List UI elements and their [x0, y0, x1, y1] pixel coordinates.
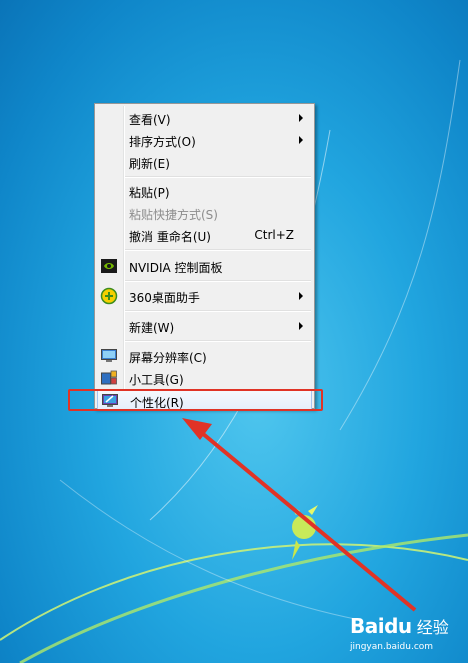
menu-item-label: 查看(V)	[129, 113, 171, 127]
menu-item-paste-shortcut[interactable]: 粘贴快捷方式(S)	[97, 202, 312, 224]
submenu-arrow-icon	[299, 136, 303, 144]
menu-item-label: 排序方式(O)	[129, 135, 196, 149]
submenu-arrow-icon	[299, 114, 303, 122]
baidu-jingyan-watermark: Baidu 经验 jingyan.baidu.com	[350, 614, 449, 652]
watermark-brand: Bai	[350, 614, 385, 638]
nvidia-icon	[101, 259, 117, 273]
menu-item-label: 撤消 重命名(U)	[129, 230, 211, 244]
menu-separator	[125, 280, 311, 282]
watermark-brand-paw: du	[384, 614, 412, 638]
menu-item-label: 粘贴(P)	[129, 186, 170, 200]
menu-item-nvidia-control-panel[interactable]: NVIDIA 控制面板	[97, 255, 312, 277]
menu-item-label: 刷新(E)	[129, 157, 170, 171]
menu-item-label: NVIDIA 控制面板	[129, 261, 223, 275]
360-assistant-icon	[100, 287, 118, 305]
menu-item-undo-rename[interactable]: 撤消 重命名(U) Ctrl+Z	[97, 224, 312, 246]
menu-item-label: 粘贴快捷方式(S)	[129, 208, 218, 222]
menu-separator	[125, 340, 311, 342]
menu-separator	[125, 249, 311, 251]
menu-item-paste[interactable]: 粘贴(P)	[97, 180, 312, 202]
context-menu: 查看(V) 排序方式(O) 刷新(E) 粘贴(P) 粘贴快捷方式(S) 撤消 重…	[94, 103, 315, 411]
menu-item-label: 360桌面助手	[129, 291, 200, 305]
gadgets-icon	[101, 370, 117, 385]
menu-item-label: 新建(W)	[129, 321, 175, 335]
menu-item-shortcut: Ctrl+Z	[254, 228, 294, 242]
red-highlight-box	[68, 389, 323, 411]
menu-item-360-desktop-assistant[interactable]: 360桌面助手	[97, 285, 312, 307]
submenu-arrow-icon	[299, 322, 303, 330]
menu-separator	[125, 310, 311, 312]
watermark-brand-cn: 经验	[416, 618, 449, 637]
red-arrow-annotation	[182, 418, 417, 612]
watermark-site: jingyan.baidu.com	[350, 642, 434, 652]
desktop-background[interactable]: 查看(V) 排序方式(O) 刷新(E) 粘贴(P) 粘贴快捷方式(S) 撤消 重…	[0, 0, 468, 663]
menu-item-view[interactable]: 查看(V)	[97, 107, 312, 129]
submenu-arrow-icon	[299, 292, 303, 300]
menu-item-screen-resolution[interactable]: 屏幕分辨率(C)	[97, 345, 312, 367]
menu-separator	[125, 176, 311, 178]
bird-logo-icon	[290, 505, 318, 560]
screen-resolution-icon	[101, 349, 117, 362]
menu-item-new[interactable]: 新建(W)	[97, 315, 312, 337]
menu-item-gadgets[interactable]: 小工具(G)	[97, 367, 312, 389]
menu-item-sort-by[interactable]: 排序方式(O)	[97, 129, 312, 151]
menu-item-label: 屏幕分辨率(C)	[129, 351, 207, 365]
menu-item-refresh[interactable]: 刷新(E)	[97, 151, 312, 173]
menu-item-label: 小工具(G)	[129, 373, 184, 387]
